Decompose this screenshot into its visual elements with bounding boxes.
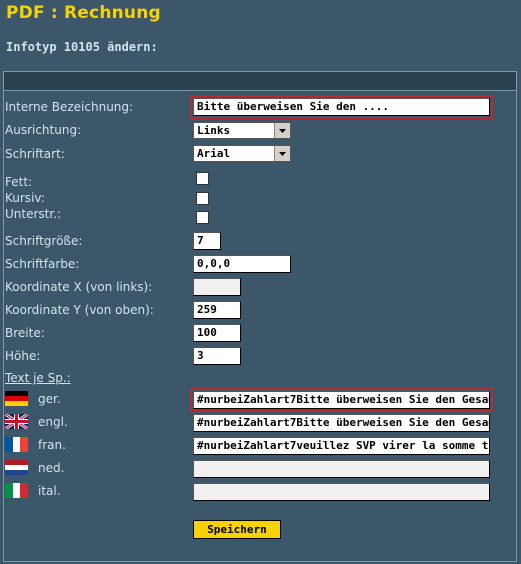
flag-netherlands-icon [5, 460, 28, 475]
label-fett: Fett: [5, 175, 33, 189]
ausrichtung-select[interactable]: Links [193, 122, 291, 139]
hoehe-input[interactable]: 3 [193, 347, 241, 365]
label-kursiv: Kursiv: [5, 191, 45, 205]
label-breite: Breite: [5, 326, 45, 340]
label-schriftfarbe: Schriftfarbe: [5, 257, 80, 271]
label-hoehe: Höhe: [5, 349, 41, 363]
page-title: PDF : Rechnung [6, 3, 161, 23]
unterstr-checkbox[interactable] [196, 211, 209, 224]
lang-label-engl: engl. [38, 415, 68, 429]
schriftart-selected-value: Arial [197, 147, 231, 160]
kursiv-checkbox[interactable] [196, 192, 209, 205]
text-je-sp-link[interactable]: Text je Sp.: [5, 371, 71, 385]
label-unterstr: Unterstr.: [5, 207, 62, 221]
lang-label-ital: ital. [38, 484, 61, 498]
fett-checkbox[interactable] [196, 172, 209, 185]
koordinate-x-input[interactable] [193, 278, 241, 296]
flag-france-icon [5, 437, 28, 452]
lang-label-ned: ned. [38, 461, 65, 475]
flag-germany-icon [5, 391, 28, 406]
schriftfarbe-input[interactable]: 0,0,0 [193, 255, 291, 273]
save-button[interactable]: Speichern [193, 520, 281, 539]
panel-header-bar [4, 72, 516, 91]
schriftart-select[interactable]: Arial [193, 145, 291, 162]
text-input-fran[interactable]: #nurbeiZahlart7veuillez SVP virer la som… [193, 437, 490, 455]
koordinate-y-input[interactable]: 259 [193, 301, 241, 319]
interne-bezeichnung-input[interactable]: Bitte überweisen Sie den .... [190, 95, 493, 119]
page-subtitle: Infotyp 10105 ändern: [6, 40, 158, 54]
lang-label-fran: fran. [38, 438, 66, 452]
chevron-down-icon[interactable] [274, 146, 290, 161]
label-interne-bezeichnung: Interne Bezeichnung: [5, 100, 134, 114]
text-input-engl[interactable]: #nurbeiZahlart7Bitte überweisen Sie den … [193, 414, 490, 432]
schriftgroesse-input[interactable]: 7 [193, 232, 221, 250]
chevron-down-icon[interactable] [274, 123, 290, 138]
ausrichtung-selected-value: Links [197, 124, 231, 137]
label-koordinate-y: Koordinate Y (von oben): [5, 303, 154, 317]
text-input-ital[interactable] [193, 483, 490, 501]
label-schriftgroesse: Schriftgröße: [5, 234, 83, 248]
breite-input[interactable]: 100 [193, 324, 241, 342]
text-input-ger[interactable]: #nurbeiZahlart7Bitte überweisen Sie den … [190, 388, 493, 412]
text-input-ned[interactable] [193, 460, 490, 478]
flag-italy-icon [5, 483, 28, 498]
lang-label-ger: ger. [38, 392, 61, 406]
label-koordinate-x: Koordinate X (von links): [5, 280, 153, 294]
flag-uk-icon [5, 414, 28, 429]
label-ausrichtung: Ausrichtung: [5, 123, 82, 137]
label-schriftart: Schriftart: [5, 147, 65, 161]
